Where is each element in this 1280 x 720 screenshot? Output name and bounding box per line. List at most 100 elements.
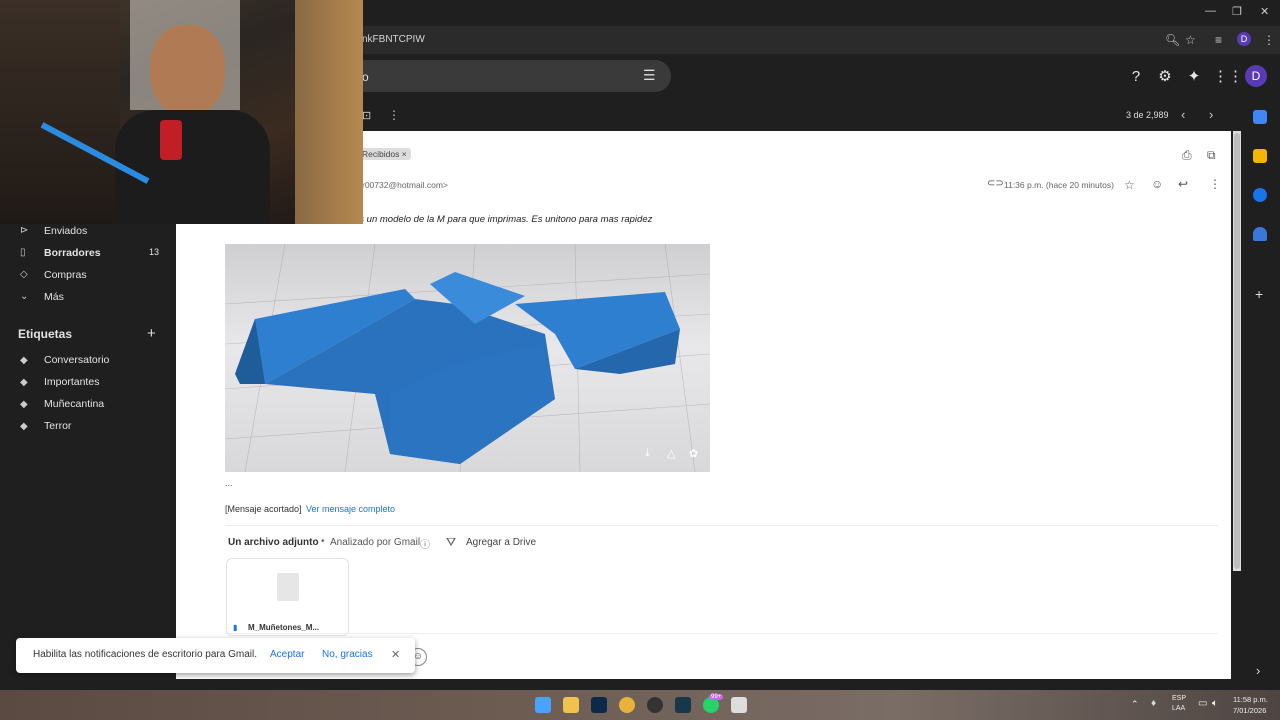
scrollbar-thumb[interactable] [1234, 133, 1240, 569]
move-icon[interactable]: ⊡ [362, 109, 371, 122]
previous-icon[interactable]: ‹ [1181, 107, 1185, 122]
settings-gear-icon[interactable]: ⚙ [1155, 67, 1175, 87]
divider [225, 633, 1218, 634]
doc-icon: ▮ [233, 623, 238, 632]
microphone-icon[interactable]: ♦ [1151, 698, 1156, 709]
inbox-chip-close[interactable]: × [402, 149, 407, 159]
attachment-card[interactable]: ▮ M_Muñetones_M... [226, 558, 349, 636]
minimize-icon[interactable]: — [1205, 5, 1216, 17]
sidebar-label-conversatorio[interactable]: Conversatorio [44, 354, 109, 366]
timestamp: 11:36 p.m. (hace 20 minutos) [1004, 180, 1114, 190]
add-to-drive-icon[interactable]: ⛛ [446, 535, 456, 550]
keep-icon[interactable]: ✿ [689, 447, 698, 460]
whatsapp-badge: 99+ [709, 694, 724, 700]
app-icon[interactable] [675, 697, 691, 713]
download-icon[interactable]: ⤓ [645, 447, 650, 460]
expand-panel-icon[interactable]: › [1256, 663, 1260, 678]
sidebar-label-importantes[interactable]: Importantes [44, 376, 99, 388]
more-icon[interactable]: ⋮ [1209, 177, 1221, 191]
keep-notes-icon[interactable] [1253, 149, 1267, 163]
drive-add-icon[interactable]: △ [667, 447, 675, 460]
tasks-icon[interactable] [1253, 188, 1267, 202]
contacts-icon[interactable] [1253, 227, 1267, 241]
sidebar-label-munecantina[interactable]: Muñecantina [44, 398, 104, 410]
reply-icon[interactable]: ↩ [1178, 177, 1188, 191]
more-actions-icon[interactable]: ⋮ [388, 108, 400, 122]
open-new-window-icon[interactable]: ⧉ [1207, 148, 1216, 163]
file-icon [277, 573, 299, 601]
sidebar-item-purchases[interactable]: Compras [44, 269, 87, 281]
zoom-icon[interactable]: 🔍︎ [1165, 33, 1180, 47]
emoji-react-icon[interactable]: ☺ [1151, 177, 1163, 191]
person-shirt [115, 110, 270, 224]
search-box[interactable] [330, 60, 671, 92]
info-icon[interactable]: ⓘ [420, 536, 430, 551]
windows-taskbar [0, 690, 1280, 720]
add-label-icon[interactable]: + [147, 325, 156, 342]
start-icon[interactable] [535, 697, 551, 713]
apps-grid-icon[interactable]: ⋮⋮ [1213, 67, 1243, 87]
app-icon[interactable] [731, 697, 747, 713]
calendar-icon[interactable] [1253, 110, 1267, 124]
clock-date[interactable]: 7/01/2026 [1233, 706, 1266, 715]
url-text[interactable]: nkFBNTCPIW [362, 34, 425, 45]
model-preview-image[interactable]: ⤓ △ ✿ [225, 244, 710, 472]
pagination-text: 3 de 2,989 [1126, 110, 1169, 120]
bullet-separator: • [321, 536, 325, 547]
drafts-icon: ▯ [20, 247, 26, 258]
language-top[interactable]: ESP [1172, 695, 1186, 702]
chrome-icon[interactable] [619, 697, 635, 713]
tray-chevron-icon[interactable]: ⌃ [1131, 699, 1139, 710]
sender-email: r00732@hotmail.com> [362, 180, 448, 190]
sidebar-item-more[interactable]: Más [44, 291, 64, 303]
language-bottom[interactable]: LAA [1172, 705, 1185, 712]
close-window-icon[interactable]: ✕ [1260, 5, 1269, 18]
clock-time[interactable]: 11:58 p.m. [1233, 695, 1268, 704]
network-icon[interactable]: ▭ [1198, 698, 1207, 709]
view-full-message-link[interactable]: Ver mensaje completo [306, 504, 395, 514]
desktop-notification-banner: Habilita las notificaciones de escritori… [16, 638, 415, 673]
chevron-down-icon: ⌄ [20, 291, 29, 302]
webcam-overlay [0, 0, 363, 224]
file-explorer-icon[interactable] [563, 697, 579, 713]
divider [225, 525, 1218, 526]
sidebar-item-drafts[interactable]: Borradores [44, 247, 101, 259]
sidebar-label-terror[interactable]: Terror [44, 420, 71, 432]
photoshop-icon[interactable] [591, 697, 607, 713]
gemini-sparkle-icon[interactable]: ✦ [1184, 67, 1204, 87]
help-icon[interactable]: ? [1126, 67, 1146, 87]
search-input[interactable]: o [362, 70, 369, 84]
star-icon[interactable]: ☆ [1124, 178, 1135, 192]
search-options-icon[interactable]: ☰ [643, 67, 656, 84]
label-icon: ◆ [20, 377, 28, 388]
media-icon[interactable]: ≡ [1215, 33, 1222, 47]
attachment-icon: ⊂⊃ [987, 178, 1004, 189]
label-icon: ◆ [20, 399, 28, 410]
next-icon[interactable]: › [1209, 107, 1213, 122]
inbox-chip[interactable]: Recibidos × [358, 148, 411, 160]
truncated-label: [Mensaje acortado] [225, 504, 302, 514]
account-avatar[interactable]: D [1245, 65, 1267, 87]
accept-button[interactable]: Aceptar [270, 649, 304, 660]
ellipsis: ... [225, 478, 233, 488]
print-icon[interactable]: ⎙ [1182, 148, 1192, 163]
sidebar-item-sent[interactable]: Enviados [44, 225, 87, 237]
drafts-count: 13 [149, 247, 160, 257]
inbox-chip-label: Recibidos [362, 149, 400, 159]
volume-icon[interactable]: 🔈︎ [1212, 698, 1218, 709]
restore-icon[interactable]: ❐ [1232, 5, 1242, 18]
browser-profile-avatar[interactable]: D [1237, 32, 1251, 46]
email-body-text: es un modelo de la M para que imprimas. … [354, 214, 653, 225]
add-addon-icon[interactable]: + [1255, 286, 1263, 302]
person-head [150, 25, 225, 115]
bookmark-star-icon[interactable]: ☆ [1185, 33, 1196, 47]
browser-menu-icon[interactable]: ⋮ [1263, 33, 1275, 47]
decline-button[interactable]: No, gracias [322, 649, 373, 660]
obs-icon[interactable] [647, 697, 663, 713]
notification-text: Habilita las notificaciones de escritori… [33, 649, 257, 660]
close-icon[interactable]: ✕ [391, 648, 400, 661]
add-to-drive-button[interactable]: Agregar a Drive [466, 537, 536, 548]
label-icon: ◆ [20, 355, 28, 366]
label-icon: ◆ [20, 421, 28, 432]
purchases-icon: ◇ [20, 269, 28, 280]
